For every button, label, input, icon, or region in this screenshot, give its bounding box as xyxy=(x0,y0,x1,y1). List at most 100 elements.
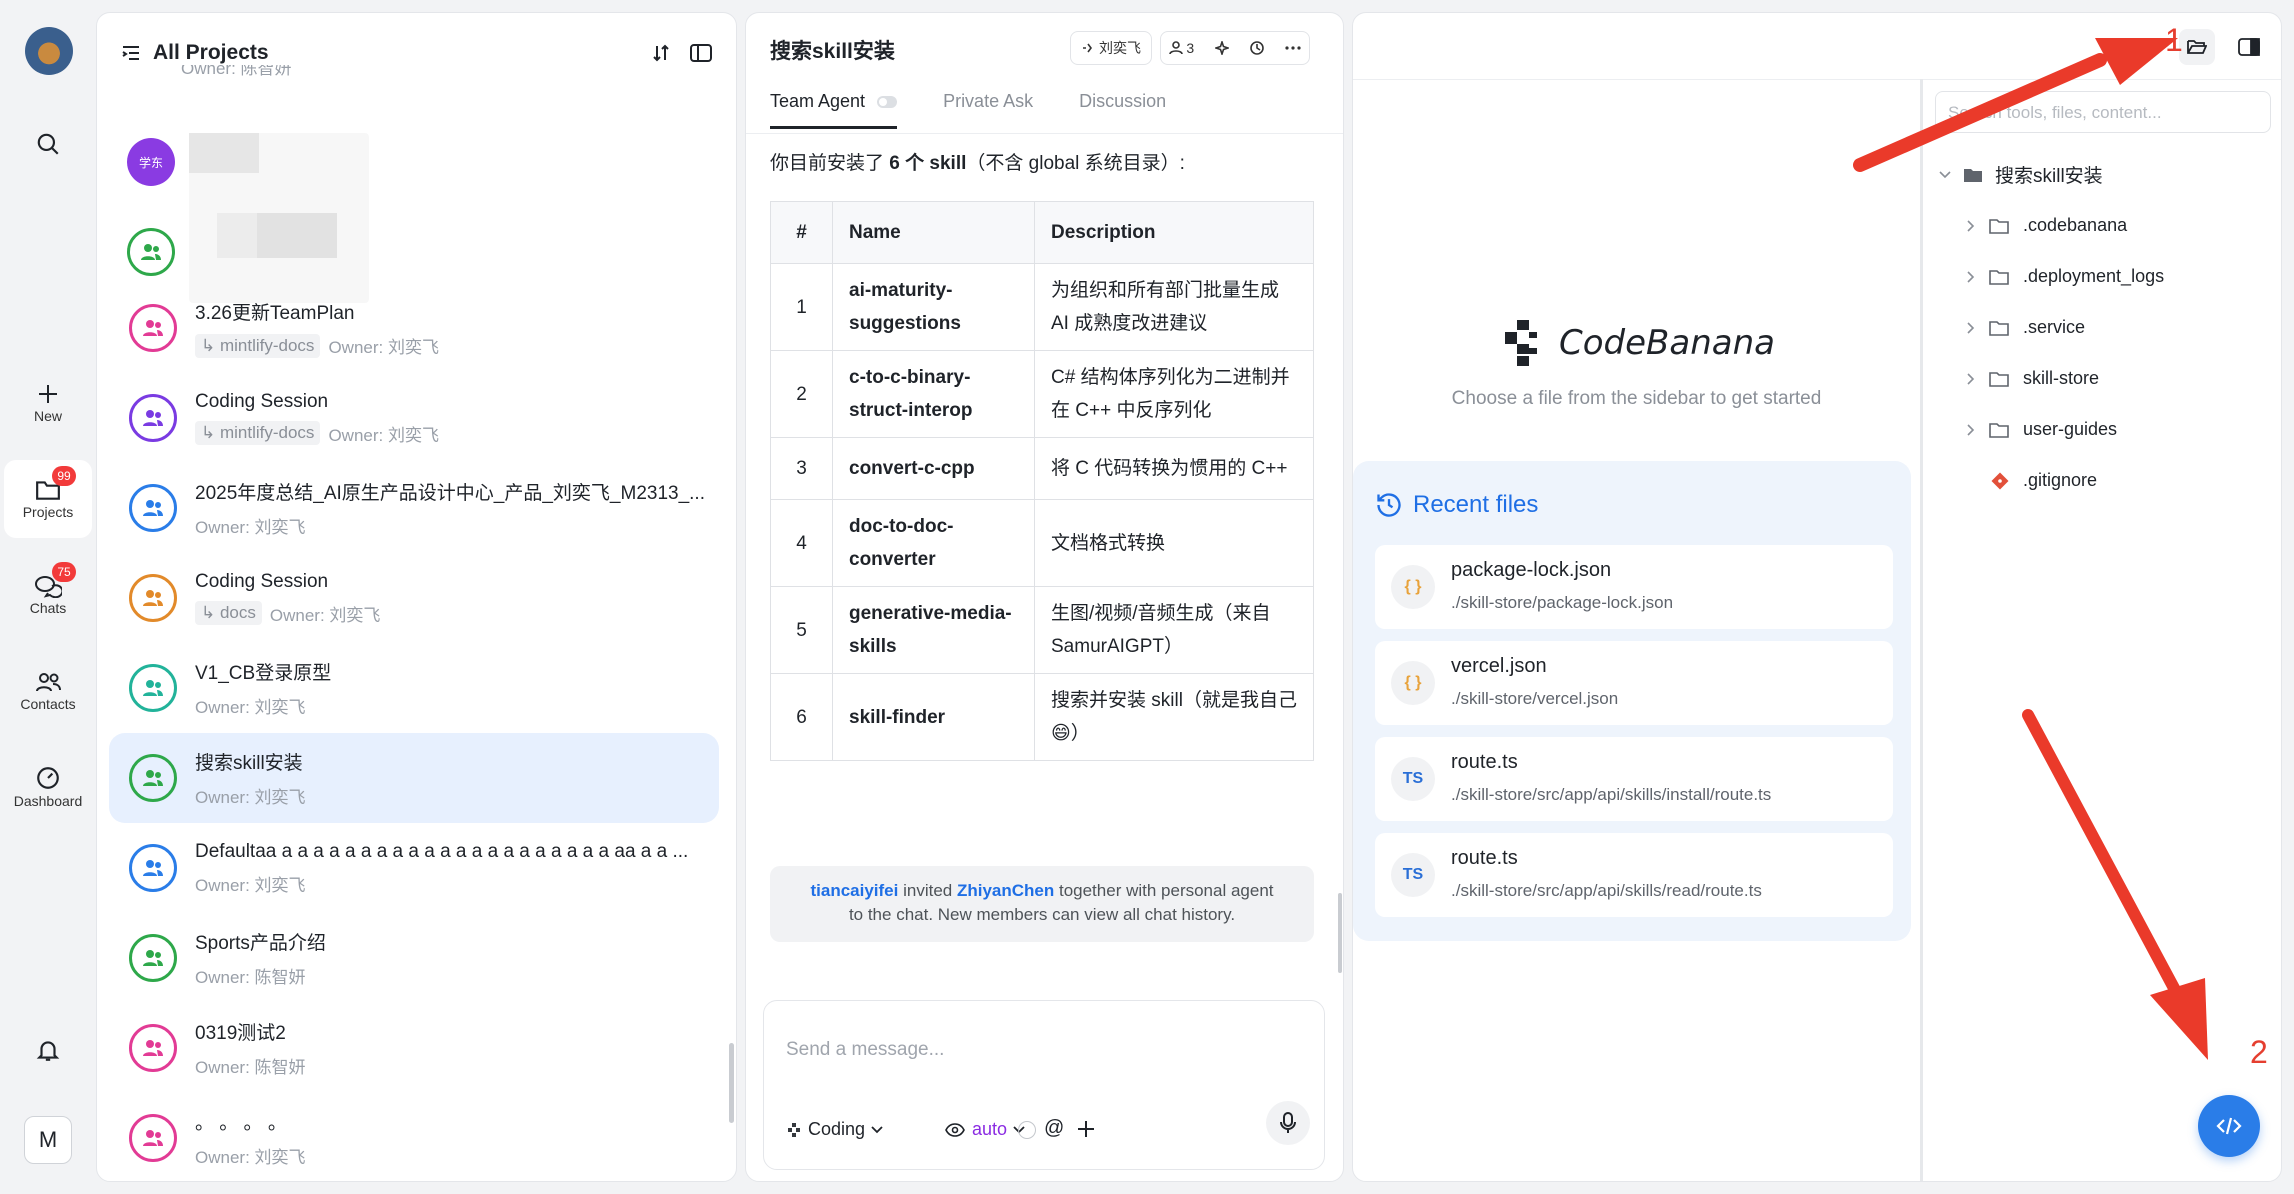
project-item[interactable]: Coding Session ↳ mintlify-docs Owner: 刘奕飞 xyxy=(109,373,719,463)
row-number: 6 xyxy=(770,673,833,761)
recent-file-name: package-lock.json xyxy=(1451,559,1612,581)
project-item[interactable]: 3.26更新TeamPlan ↳ mintlify-docs Owner: 刘奕飞 xyxy=(109,283,719,373)
folder-icon xyxy=(1989,218,2009,234)
history-icon[interactable] xyxy=(1249,41,1264,55)
project-item[interactable]: 。 。 。 。 Owner: 刘奕飞 xyxy=(109,1093,719,1181)
table-row: 6 skill-finder 搜索并安装 skill（就是我自己 😄） xyxy=(770,673,1314,761)
file-explorer-button[interactable] xyxy=(2179,29,2215,65)
tree-folder[interactable]: .service xyxy=(1935,302,2275,353)
sidebar-toggle-button[interactable] xyxy=(2231,29,2267,65)
tree-folder[interactable]: user-guides xyxy=(1935,404,2275,455)
project-text: 0319测试2 Owner: 陈智妍 xyxy=(195,1018,715,1078)
projects-nav[interactable]: Projects 99 xyxy=(4,460,92,538)
project-owner: Owner: 陈智妍 xyxy=(195,968,306,987)
project-item[interactable]: 搜索skill安装 Owner: 刘奕飞 xyxy=(109,733,719,823)
chat-tools: 3 xyxy=(1160,31,1310,65)
status-circle[interactable] xyxy=(1018,1121,1036,1139)
new-button[interactable]: New xyxy=(4,364,92,442)
projects-scrollbar[interactable] xyxy=(729,1043,734,1123)
folder-icon xyxy=(1989,422,2009,438)
recent-file-path: ./skill-store/package-lock.json xyxy=(1451,593,1674,612)
recent-file-item[interactable]: TS route.ts ./skill-store/src/app/api/skil… xyxy=(1375,833,1893,917)
project-item[interactable]: Defaultaa a a a a a a a a a a a a a a a … xyxy=(109,823,719,913)
team-agent-toggle[interactable] xyxy=(877,95,898,108)
search-button[interactable] xyxy=(22,118,74,170)
list-filter-icon[interactable] xyxy=(121,44,141,62)
blurred-projects[interactable]: 学东 xyxy=(113,73,723,303)
tree-folder[interactable]: skill-store xyxy=(1935,353,2275,404)
group-icon xyxy=(143,770,163,786)
tree-folder[interactable]: .deployment_logs xyxy=(1935,251,2275,302)
contacts-nav[interactable]: Contacts xyxy=(4,652,92,730)
project-item[interactable]: V1_CB登录原型 Owner: 刘奕飞 xyxy=(109,643,719,733)
tree-root[interactable]: 搜索skill安装 xyxy=(1935,149,2275,200)
code-view-button[interactable] xyxy=(2198,1095,2260,1157)
project-text: 搜索skill安装 Owner: 刘奕飞 xyxy=(195,748,715,808)
invitee-name[interactable]: ZhiyanChen xyxy=(957,881,1054,900)
tab-discussion[interactable]: Discussion xyxy=(1079,91,1166,129)
project-avatar xyxy=(129,1114,177,1162)
json-file-icon: { } xyxy=(1391,565,1435,609)
voice-button[interactable] xyxy=(1266,1101,1310,1145)
row-number: 2 xyxy=(770,350,833,438)
project-name: Coding Session xyxy=(195,390,329,412)
mode-select[interactable]: Coding xyxy=(786,1119,883,1140)
col-description: Description xyxy=(1034,201,1314,264)
skill-name: generative-media-skills xyxy=(832,586,1035,674)
tab-team-agent[interactable]: Team Agent xyxy=(770,91,898,129)
project-avatar xyxy=(129,304,177,352)
project-item[interactable]: Coding Session ↳ docs Owner: 刘奕飞 xyxy=(109,553,719,643)
file-tree-divider[interactable] xyxy=(1920,79,1923,1181)
recent-file-item[interactable]: TS route.ts ./skill-store/src/app/api/skil… xyxy=(1375,737,1893,821)
file-search-input[interactable]: Search tools, files, content... xyxy=(1935,91,2271,133)
dashboard-nav[interactable]: Dashboard xyxy=(4,748,92,826)
chats-nav[interactable]: Chats 75 xyxy=(4,556,92,634)
sparkle-icon[interactable] xyxy=(1214,41,1229,55)
chat-scrollbar[interactable] xyxy=(1338,893,1342,973)
tree-folder-label: .codebanana xyxy=(2023,215,2128,235)
project-owner: Owner: 刘奕飞 xyxy=(195,698,306,717)
project-meta: Owner: 陈智妍 xyxy=(195,1053,715,1078)
project-meta: ↳ docs Owner: 刘奕飞 xyxy=(195,601,715,626)
user-menu-button[interactable]: M xyxy=(24,1116,72,1164)
group-icon xyxy=(143,1130,163,1146)
tab-private-ask[interactable]: Private Ask xyxy=(943,91,1033,129)
project-meta: Owner: 刘奕飞 xyxy=(195,871,715,896)
recent-file-item[interactable]: { } vercel.json ./skill-store/vercel.json xyxy=(1375,641,1893,725)
branch-tag-label: mintlify-docs xyxy=(219,335,315,355)
tree-folder[interactable]: .codebanana xyxy=(1935,200,2275,251)
tree-folder-label: user-guides xyxy=(2023,419,2118,439)
notifications-button[interactable] xyxy=(22,1024,74,1076)
plus-icon[interactable] xyxy=(1076,1119,1096,1139)
recent-file-path: ./skill-store/vercel.json xyxy=(1451,689,1619,708)
project-item[interactable]: Sports产品介绍 Owner: 陈智妍 xyxy=(109,913,719,1003)
brand-name: CodeBanana xyxy=(1559,323,1775,363)
project-item[interactable]: 2025年度总结_AI原生产品设计中心_产品_刘奕飞_M2313_... Owne… xyxy=(109,463,719,553)
new-label: New xyxy=(33,408,62,424)
project-item[interactable]: 0319测试2 Owner: 陈智妍 xyxy=(109,1003,719,1093)
model-select[interactable]: auto xyxy=(944,1119,1025,1140)
sys-text-2: together with personal agent xyxy=(1054,881,1274,900)
chevron-right-icon xyxy=(1967,423,1975,436)
mention-button[interactable]: @ xyxy=(1044,1117,1064,1140)
tree-file-gitignore[interactable]: .gitignore xyxy=(1935,455,2275,506)
user-avatar[interactable] xyxy=(25,27,73,75)
project-text: V1_CB登录原型 Owner: 刘奕飞 xyxy=(195,658,715,718)
branch-tag: ↳ mintlify-docs xyxy=(195,421,321,445)
project-name: 搜索skill安装 xyxy=(195,753,303,774)
recent-file-item[interactable]: { } package-lock.json ./skill-store/packag… xyxy=(1375,545,1893,629)
members-button[interactable]: 3 xyxy=(1169,40,1194,56)
owner-chip[interactable]: 刘奕飞 xyxy=(1070,31,1152,65)
branch-tag-label: mintlify-docs xyxy=(219,423,315,442)
message-input[interactable]: Send a message... xyxy=(786,1039,944,1061)
git-icon xyxy=(1991,472,2009,489)
folder-icon xyxy=(1989,371,2009,387)
json-file-icon: { } xyxy=(1391,661,1435,705)
group-icon xyxy=(143,680,163,696)
col-name: Name xyxy=(832,201,1035,264)
inviter-name[interactable]: tiancaiyifei xyxy=(810,881,898,900)
more-icon[interactable] xyxy=(1284,46,1301,50)
tabs-divider xyxy=(746,133,1343,134)
sort-icon[interactable] xyxy=(652,43,670,63)
panel-toggle-icon[interactable] xyxy=(690,44,712,62)
